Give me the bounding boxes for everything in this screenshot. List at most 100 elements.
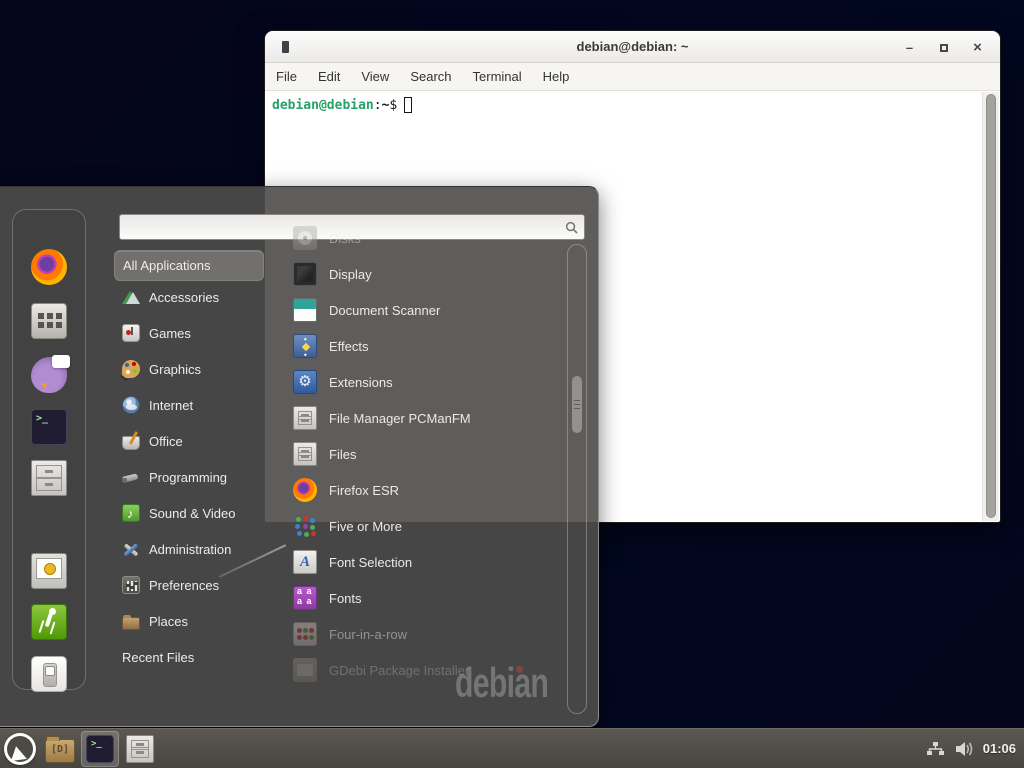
graphics-icon xyxy=(122,360,140,378)
firefox-icon xyxy=(293,478,317,502)
launcher-terminal[interactable] xyxy=(81,731,119,767)
search-icon xyxy=(565,221,578,234)
prompt-user-host: debian@debian xyxy=(272,98,374,113)
sidebar-item-terminal[interactable] xyxy=(31,409,67,450)
display-icon xyxy=(293,262,317,286)
system-tray: 01:06 xyxy=(926,740,1024,758)
taskbar: 01:06 xyxy=(0,728,1024,768)
app-label: Disks xyxy=(329,231,361,246)
category-sound-video[interactable]: Sound & Video xyxy=(114,495,264,531)
terminal-menu-search[interactable]: Search xyxy=(410,69,451,84)
app-item-display[interactable]: Display xyxy=(285,256,565,292)
maximize-button[interactable] xyxy=(937,41,950,54)
window-icon xyxy=(282,41,289,53)
menu-logo-icon xyxy=(4,733,36,765)
app-label: Effects xyxy=(329,339,369,354)
app-item-file-manager-pcmanfm[interactable]: File Manager PCManFM xyxy=(285,400,565,436)
accessories-icon xyxy=(122,288,140,306)
category-all-applications[interactable]: All Applications xyxy=(114,250,264,281)
category-recent-files[interactable]: Recent Files xyxy=(114,639,264,675)
office-icon xyxy=(122,436,140,450)
category-preferences[interactable]: Preferences xyxy=(114,567,264,603)
menu-button[interactable] xyxy=(0,729,40,768)
app-item-gdebi-package-installer[interactable]: GDebi Package Installer xyxy=(285,652,565,688)
sidebar-item-logout[interactable] xyxy=(31,604,67,645)
close-button[interactable]: × xyxy=(971,41,984,54)
app-item-disks[interactable]: Disks xyxy=(285,220,565,256)
category-places[interactable]: Places xyxy=(114,603,264,639)
soundvideo-icon xyxy=(122,504,140,522)
app-item-firefox-esr[interactable]: Firefox ESR xyxy=(285,472,565,508)
category-label: Places xyxy=(149,614,188,629)
desktop: { "desktop": { "watermark": "debian" }, … xyxy=(0,0,1024,768)
terminal-scrollbar[interactable] xyxy=(982,92,999,521)
fonts-icon xyxy=(293,586,317,610)
category-programming[interactable]: Programming xyxy=(114,459,264,495)
sidebar-item-cabinet[interactable] xyxy=(31,460,67,501)
app-label: GDebi Package Installer xyxy=(329,663,469,678)
sidebar-item-power[interactable] xyxy=(31,656,67,697)
terminal-menu-edit[interactable]: Edit xyxy=(318,69,340,84)
cabinet-icon xyxy=(126,735,154,763)
app-item-font-selection[interactable]: Font Selection xyxy=(285,544,565,580)
launcher-cabinet[interactable] xyxy=(121,731,159,767)
terminal-icon xyxy=(86,735,114,763)
preferences-icon xyxy=(122,576,140,594)
launcher-folder-d[interactable] xyxy=(41,731,79,767)
sidebar-item-lockscreen[interactable] xyxy=(31,553,67,594)
app-item-extensions[interactable]: Extensions xyxy=(285,364,565,400)
terminal-menu-view[interactable]: View xyxy=(361,69,389,84)
volume-icon[interactable] xyxy=(954,740,974,758)
application-menu: debian All ApplicationsAccessoriesGamesG… xyxy=(0,186,599,727)
app-label: Files xyxy=(329,447,356,462)
terminal-cursor xyxy=(404,97,412,113)
fourinarow-icon xyxy=(293,622,317,646)
pidgin-icon xyxy=(31,357,67,393)
cabinet-icon xyxy=(31,460,67,496)
sidebar-item-firefox[interactable] xyxy=(31,249,67,290)
app-label: Fonts xyxy=(329,591,362,606)
sidebar-item-keyboard[interactable] xyxy=(31,303,67,344)
category-label: Graphics xyxy=(149,362,201,377)
minimize-button[interactable]: – xyxy=(903,41,916,54)
app-item-fonts[interactable]: Fonts xyxy=(285,580,565,616)
games-icon xyxy=(122,324,140,342)
category-label: Sound & Video xyxy=(149,506,236,521)
lockscreen-icon xyxy=(31,553,67,589)
fiveormore-icon xyxy=(293,514,317,538)
menu-scrollbar[interactable] xyxy=(567,244,587,714)
internet-icon xyxy=(122,396,140,414)
sidebar-item-pidgin[interactable] xyxy=(31,357,67,398)
category-games[interactable]: Games xyxy=(114,315,264,351)
cabinet-icon xyxy=(293,406,317,430)
terminal-scrollbar-thumb[interactable] xyxy=(986,94,996,518)
docscanner-icon xyxy=(293,298,317,322)
menu-scrollbar-thumb[interactable] xyxy=(572,376,582,433)
terminal-titlebar[interactable]: debian@debian: ~ – × xyxy=(265,31,1000,63)
app-item-five-or-more[interactable]: Five or More xyxy=(285,508,565,544)
app-item-document-scanner[interactable]: Document Scanner xyxy=(285,292,565,328)
programming-icon xyxy=(122,468,140,486)
terminal-menu-file[interactable]: File xyxy=(276,69,297,84)
category-label: Office xyxy=(149,434,183,449)
firefox-icon xyxy=(31,249,67,285)
network-icon[interactable] xyxy=(926,740,945,758)
category-graphics[interactable]: Graphics xyxy=(114,351,264,387)
app-item-four-in-a-row[interactable]: Four-in-a-row xyxy=(285,616,565,652)
category-label: Internet xyxy=(149,398,193,413)
terminal-menu-help[interactable]: Help xyxy=(543,69,570,84)
app-label: Five or More xyxy=(329,519,402,534)
places-icon xyxy=(122,617,140,630)
app-label: File Manager PCManFM xyxy=(329,411,471,426)
category-office[interactable]: Office xyxy=(114,423,264,459)
category-administration[interactable]: Administration xyxy=(114,531,264,567)
app-item-files[interactable]: Files xyxy=(285,436,565,472)
category-internet[interactable]: Internet xyxy=(114,387,264,423)
terminal-menu-terminal[interactable]: Terminal xyxy=(473,69,522,84)
window-title: debian@debian: ~ xyxy=(265,39,1000,54)
admin-icon xyxy=(122,540,140,558)
app-item-effects[interactable]: Effects xyxy=(285,328,565,364)
category-accessories[interactable]: Accessories xyxy=(114,279,264,315)
category-label: Programming xyxy=(149,470,227,485)
clock[interactable]: 01:06 xyxy=(983,741,1016,756)
